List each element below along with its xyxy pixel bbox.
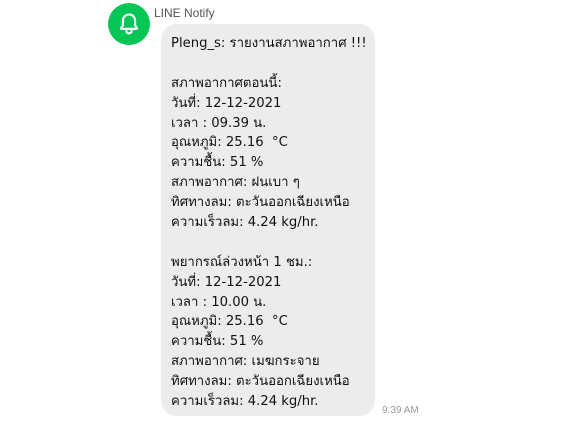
message-line: ความเร็วลม: 4.24 kg/hr. [171,394,319,410]
message-line: ความชื้น: 51 % [171,334,264,350]
message-line: อุณหภูมิ: 25.16 °C [171,135,288,151]
message-line: วันที่: 12-12-2021 [171,274,282,290]
message-line: วันที่: 12-12-2021 [171,95,282,111]
message-line [171,54,367,74]
message-line [171,233,367,253]
message-line: อุณหภูมิ: 25.16 °C [171,314,288,330]
message-line: สภาพอากาศ: เมฆกระจาย [171,354,320,370]
message-line: ทิศทางลม: ตะวันออกเฉียงเหนือ [171,195,350,211]
message-line: สภาพอากาศตอนนี้: [171,75,282,91]
sender-name: LINE Notify [154,6,215,20]
message-timestamp: 9:39 AM [382,405,419,416]
message-line: ความเร็วลม: 4.24 kg/hr. [171,215,319,231]
bell-icon [119,13,139,35]
avatar[interactable] [108,3,150,45]
message-line: เวลา : 10.00 น. [171,294,267,310]
message-line: ทิศทางลม: ตะวันออกเฉียงเหนือ [171,374,350,390]
message-line: เวลา : 09.39 น. [171,115,267,131]
message-line: สภาพอากาศ: ฝนเบา ๆ [171,175,300,191]
message-bubble[interactable]: Pleng_s: รายงานสภาพอากาศ !!! สภาพอากาศตอ… [161,24,375,416]
message-line: Pleng_s: รายงานสภาพอากาศ !!! [171,36,367,51]
message-line: ความชื้น: 51 % [171,155,264,171]
chat-area: LINE Notify Pleng_s: รายงานสภาพอากาศ !!!… [0,0,579,433]
message-line: พยากรณ์ล่วงหน้า 1 ชม.: [171,254,313,270]
